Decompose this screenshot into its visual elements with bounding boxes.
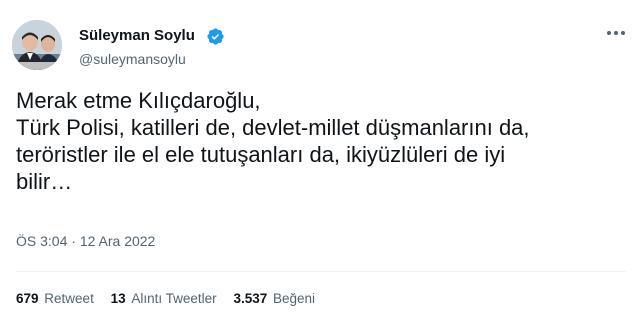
tweet-date: 12 Ara 2022	[79, 233, 156, 249]
retweets-count: 679	[16, 291, 39, 306]
quote-tweets-label: Alıntı Tweetler	[131, 291, 217, 306]
quote-tweets-count: 13	[110, 291, 126, 306]
likes-stat[interactable]: 3.537 Beğeni	[233, 291, 315, 306]
tweet-line: teröristler ile el ele tutuşanları da, i…	[16, 142, 506, 167]
tweet-text: Merak etme Kılıçdaroğlu, Türk Polisi, ka…	[16, 87, 626, 195]
quote-tweets-stat[interactable]: 13 Alıntı Tweetler	[111, 291, 217, 306]
avatar-photo	[12, 20, 62, 70]
engagement-stats: 679 Retweet 13 Alıntı Tweetler 3.537 Beğ…	[16, 291, 328, 306]
retweets-stat[interactable]: 679 Retweet	[16, 291, 94, 306]
meta-separator: ·	[71, 233, 76, 249]
avatar[interactable]	[12, 20, 62, 70]
tweet-line: Türk Polisi, katilleri de, devlet-millet…	[16, 115, 530, 140]
likes-count: 3.537	[233, 291, 268, 306]
tweet-timestamp[interactable]: ÖS 3:04 · 12 Ara 2022	[16, 233, 155, 249]
verified-badge-icon	[207, 28, 224, 45]
author-handle[interactable]: @suleymansoylu	[79, 51, 186, 67]
tweet-line: bilir…	[16, 169, 73, 194]
author-name[interactable]: Süleyman Soylu	[79, 27, 195, 44]
tweet-line: Merak etme Kılıçdaroğlu,	[16, 88, 261, 113]
divider	[16, 271, 626, 272]
more-options-icon[interactable]	[604, 26, 628, 40]
retweets-label: Retweet	[44, 291, 94, 306]
tweet-time: ÖS 3:04	[16, 233, 68, 249]
likes-label: Beğeni	[273, 291, 316, 306]
